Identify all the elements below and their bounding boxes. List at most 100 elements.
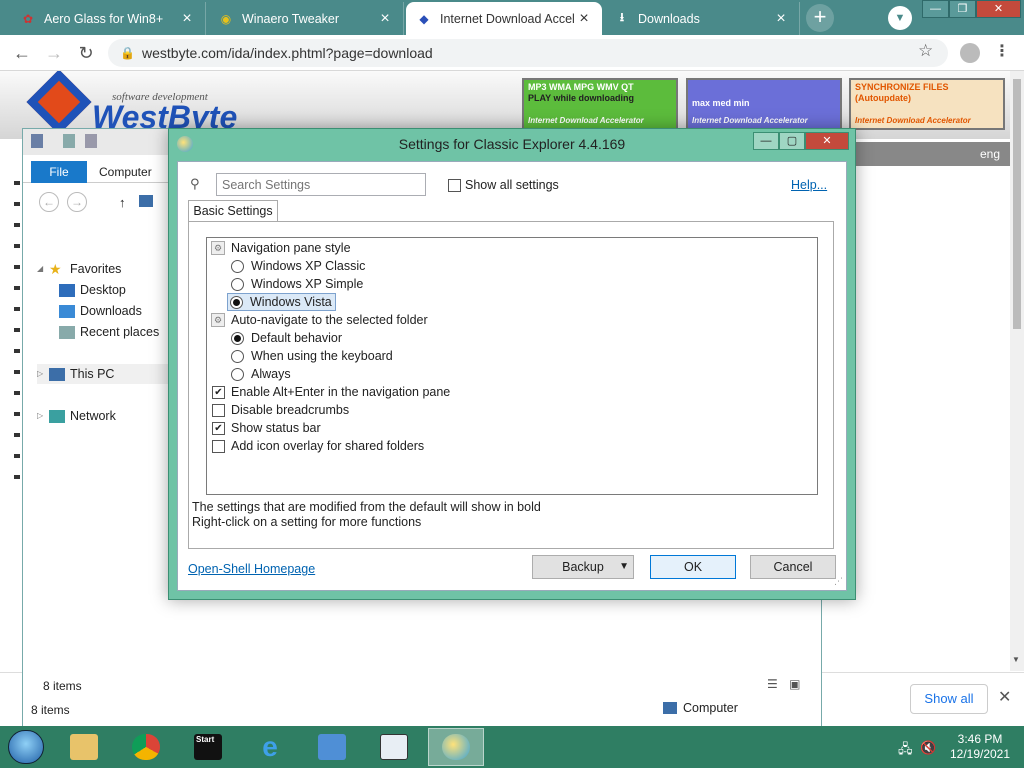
page-left-markers — [14, 181, 22, 496]
radio-button[interactable] — [231, 259, 244, 273]
tree-item-downloads[interactable]: Downloads — [59, 301, 142, 321]
setting-group-nav-pane-style[interactable]: ⚙ Navigation pane style — [211, 239, 351, 257]
clock[interactable]: 3:46 PM 12/19/2021 — [944, 732, 1016, 762]
ok-button[interactable]: OK — [650, 555, 736, 579]
tree-item-favorites[interactable]: ◢ ★ Favorites — [37, 259, 121, 279]
explorer-forward-icon[interactable]: → — [67, 192, 87, 212]
network-tray-icon[interactable]: 🖧 — [898, 740, 913, 762]
menu-kebab-icon[interactable]: ⋮ — [994, 41, 1010, 61]
expand-arrow-icon[interactable]: ◢ — [37, 259, 45, 279]
radio-when-using-keyboard[interactable]: When using the keyboard — [231, 347, 393, 365]
taskbar-control-panel[interactable] — [304, 728, 360, 766]
checkbox-show-status-bar[interactable]: Show status bar — [212, 419, 321, 437]
start-button[interactable] — [8, 730, 44, 764]
bookmark-star-icon[interactable]: ☆ — [918, 41, 933, 61]
properties-icon[interactable] — [63, 134, 75, 148]
checkbox-box[interactable] — [212, 403, 225, 417]
url-text: westbyte.com/ida/index.phtml?page=downlo… — [142, 45, 433, 61]
dialog-minimize-button[interactable]: — — [753, 132, 779, 150]
search-settings-input[interactable] — [216, 173, 426, 196]
taskbar-classic-explorer-settings[interactable] — [428, 728, 484, 766]
checkbox-alt-enter[interactable]: Enable Alt+Enter in the navigation pane — [212, 383, 450, 401]
account-avatar[interactable] — [960, 43, 980, 63]
new-tab-button[interactable]: + — [806, 4, 834, 32]
checkbox-box[interactable] — [212, 421, 225, 435]
checkbox-box[interactable] — [212, 385, 225, 399]
checkbox-icon-overlay-shared[interactable]: Add icon overlay for shared folders — [212, 437, 424, 455]
tree-label: Favorites — [70, 262, 122, 276]
radio-button[interactable] — [231, 277, 244, 291]
forward-arrow-icon[interactable]: → — [42, 41, 66, 65]
browser-tab-winaero[interactable]: ◉ Winaero Tweaker × — [208, 2, 404, 35]
back-arrow-icon[interactable]: ← — [10, 41, 34, 65]
recent-places-icon — [59, 325, 75, 339]
radio-windows-xp-classic[interactable]: Windows XP Classic — [231, 257, 365, 275]
tab-basic-settings[interactable]: Basic Settings — [188, 200, 278, 222]
browser-tab-ida[interactable]: ◆ Internet Download Accel × — [406, 2, 602, 35]
tree-item-network[interactable]: ▷ Network — [37, 406, 116, 426]
show-all-settings-checkbox[interactable]: Show all settings — [448, 178, 559, 192]
radio-button[interactable] — [231, 331, 244, 345]
radio-windows-vista[interactable]: Windows Vista — [227, 293, 336, 311]
dropdown-arrow-icon[interactable]: ▼ — [619, 556, 629, 578]
up-arrow-icon[interactable]: ↑ — [119, 195, 126, 210]
dialog-maximize-button[interactable]: ▢ — [779, 132, 805, 150]
dialog-close-button[interactable]: ✕ — [805, 132, 849, 150]
control-panel-icon — [318, 734, 346, 760]
close-tab-icon[interactable]: × — [179, 10, 195, 28]
taskbar-chrome[interactable] — [118, 728, 174, 766]
volume-muted-icon[interactable]: 🔇 — [920, 740, 936, 756]
taskbar-internet-explorer[interactable]: e — [242, 728, 298, 766]
show-all-downloads-button[interactable]: Show all — [910, 684, 988, 714]
scroll-down-icon[interactable]: ▼ — [1012, 655, 1020, 664]
expand-arrow-icon[interactable]: ▷ — [37, 406, 45, 426]
checkbox-box[interactable] — [448, 178, 461, 192]
close-tab-icon[interactable]: × — [576, 10, 592, 28]
open-shell-homepage-link[interactable]: Open-Shell Homepage — [188, 562, 315, 576]
page-scrollbar[interactable]: ▼ — [1010, 71, 1024, 671]
explorer-back-icon[interactable]: ← — [39, 192, 59, 212]
backup-button[interactable]: Backup ▼ — [532, 555, 634, 579]
tree-item-this-pc[interactable]: ▷ This PC — [37, 364, 177, 384]
close-window-button[interactable]: ✕ — [976, 0, 1021, 18]
maximize-button[interactable]: ❐ — [949, 0, 976, 18]
close-downloads-bar-icon[interactable]: ✕ — [998, 687, 1011, 707]
details-view-icon[interactable]: ☰ — [767, 677, 778, 691]
ribbon-tab-computer[interactable]: Computer — [99, 161, 152, 183]
banner-play-while-downloading[interactable]: MP3 WMA MPG WMV QT PLAY while downloadin… — [522, 78, 678, 130]
banner-speed[interactable]: max med min Internet Download Accelerato… — [686, 78, 842, 130]
expand-arrow-icon[interactable]: ▷ — [37, 364, 45, 384]
scrollbar-thumb[interactable] — [1013, 79, 1021, 329]
taskbar-file-explorer[interactable] — [56, 728, 112, 766]
tiles-view-icon[interactable]: ▣ — [789, 677, 800, 691]
cancel-button[interactable]: Cancel — [750, 555, 836, 579]
language-label[interactable]: eng — [980, 147, 1000, 161]
tree-item-recent-places[interactable]: Recent places — [59, 322, 159, 342]
taskbar-notepad[interactable] — [366, 728, 422, 766]
close-tab-icon[interactable]: × — [773, 10, 789, 28]
radio-button[interactable] — [230, 295, 243, 309]
browser-tab-downloads[interactable]: ⭳ Downloads × — [604, 2, 800, 35]
address-bar[interactable]: 🔒 westbyte.com/ida/index.phtml?page=down… — [108, 39, 948, 67]
ribbon-tab-file[interactable]: File — [31, 161, 87, 183]
resize-grip-icon[interactable]: ⋰ — [834, 576, 843, 587]
start-icon-label: Start — [196, 735, 215, 744]
radio-default-behavior[interactable]: Default behavior — [231, 329, 342, 347]
checkbox-disable-breadcrumbs[interactable]: Disable breadcrumbs — [212, 401, 349, 419]
new-folder-icon[interactable] — [85, 134, 97, 148]
browser-tab-aero-glass[interactable]: ✿ Aero Glass for Win8+ × — [10, 2, 206, 35]
help-link[interactable]: Help... — [791, 178, 827, 192]
radio-button[interactable] — [231, 367, 244, 381]
checkbox-box[interactable] — [212, 439, 225, 453]
setting-group-auto-navigate[interactable]: ⚙ Auto-navigate to the selected folder — [211, 311, 428, 329]
minimize-button[interactable]: — — [922, 0, 949, 18]
radio-button[interactable] — [231, 349, 244, 363]
tab-search-icon[interactable]: ▼ — [888, 6, 912, 30]
close-tab-icon[interactable]: × — [377, 10, 393, 28]
reload-icon[interactable]: ↻ — [74, 41, 98, 65]
taskbar-start-menu-settings[interactable]: Start — [180, 728, 236, 766]
banner-synchronize[interactable]: SYNCHRONIZE FILES (Autoupdate) Internet … — [849, 78, 1005, 130]
radio-windows-xp-simple[interactable]: Windows XP Simple — [231, 275, 363, 293]
radio-always[interactable]: Always — [231, 365, 291, 383]
tree-item-desktop[interactable]: Desktop — [59, 280, 126, 300]
